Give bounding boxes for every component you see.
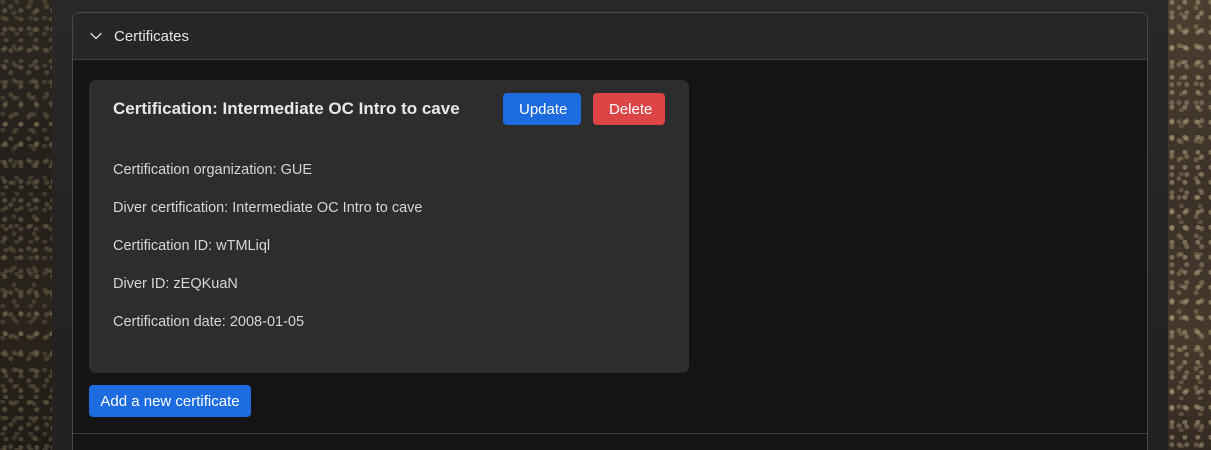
diver-certification: Diver certification: Intermediate OC Int… (113, 200, 423, 216)
certification-date: Certification date: 2008-01-05 (113, 314, 305, 330)
certification-organization: Certification organization: GUE (113, 162, 313, 178)
certificate-card-header: Certification: Intermediate OC Intro to … (113, 93, 665, 125)
delete-button[interactable]: Delete (593, 93, 665, 125)
diver-id: Diver ID: zEQKuaN (113, 276, 238, 292)
chevron-down-icon[interactable] (89, 29, 103, 43)
certificates-accordion: Certificates Certification: Intermediate… (72, 12, 1148, 450)
background-left (0, 0, 52, 450)
certificate-card: Certification: Intermediate OC Intro to … (89, 80, 689, 373)
certificates-accordion-header[interactable]: Certificates (73, 13, 1147, 60)
background-right (1168, 0, 1211, 450)
certificate-actions: Update Delete (503, 93, 665, 125)
section-divider (73, 433, 1147, 434)
add-certificate-wrap: Add a new certificate (89, 385, 1131, 417)
certification-id: Certification ID: wTMLiql (113, 238, 271, 254)
section-title: Certificates (114, 27, 190, 45)
certificate-title: Certification: Intermediate OC Intro to … (113, 99, 460, 118)
add-certificate-button[interactable]: Add a new certificate (89, 385, 251, 417)
certificate-fields: Certification organization: GUE Diver ce… (113, 160, 422, 350)
certificates-accordion-body: Certification: Intermediate OC Intro to … (73, 60, 1147, 417)
update-button[interactable]: Update (503, 93, 581, 125)
